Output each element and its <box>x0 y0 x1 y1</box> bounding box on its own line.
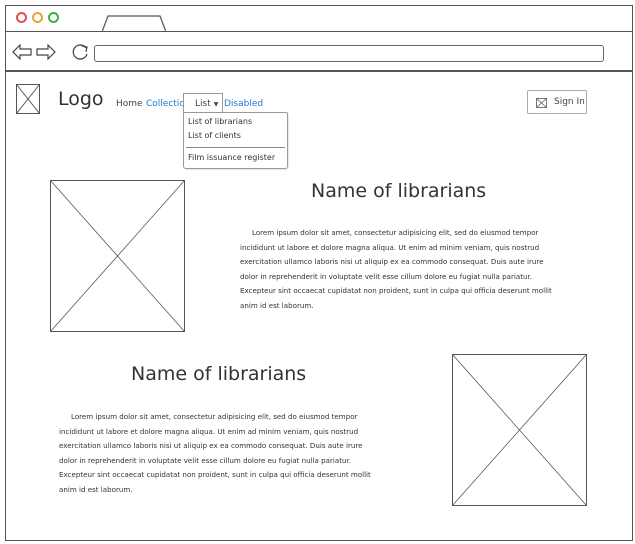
reload-icon[interactable] <box>72 43 90 61</box>
section-2-heading: Name of librarians <box>131 363 307 385</box>
signin-button[interactable]: Sign In <box>527 90 587 114</box>
logo-image-placeholder-icon <box>16 84 40 114</box>
browser-window: Logo Home Collection List▼ Disabled List… <box>5 5 633 541</box>
minimize-window-button[interactable] <box>32 12 43 23</box>
forward-arrow-icon[interactable] <box>36 44 56 60</box>
maximize-window-button[interactable] <box>48 12 59 23</box>
nav-list-dropdown-menu: List of librarians List of clients Film … <box>183 112 288 169</box>
section-1-paragraph: Lorem ipsum dolor sit amet, consectetur … <box>240 228 552 310</box>
signin-icon <box>536 98 547 108</box>
nav-home-link[interactable]: Home <box>116 99 143 109</box>
browser-tab[interactable] <box>102 15 166 33</box>
nav-disabled-link: Disabled <box>224 99 264 109</box>
nav-collection-link[interactable]: Collection <box>146 99 184 109</box>
section-2-image-placeholder-icon <box>452 354 587 506</box>
nav-list-dropdown-button[interactable]: List ▼ <box>183 93 223 112</box>
caret-down-icon: ▼ <box>213 101 219 108</box>
section-1-heading: Name of librarians <box>311 180 487 202</box>
dropdown-item-clients[interactable]: List of clients <box>188 131 241 140</box>
nav-list-label: List <box>195 99 211 109</box>
browser-nav-bar <box>6 32 632 72</box>
close-window-button[interactable] <box>16 12 27 23</box>
section-2-paragraph: Lorem ipsum dolor sit amet, consectetur … <box>59 412 371 494</box>
page-content: Logo Home Collection List▼ Disabled List… <box>6 72 632 540</box>
dropdown-item-librarians[interactable]: List of librarians <box>188 117 252 126</box>
dropdown-item-film-register[interactable]: Film issuance register <box>188 153 275 162</box>
dropdown-separator <box>186 147 285 148</box>
logo-text[interactable]: Logo <box>58 88 104 110</box>
back-arrow-icon[interactable] <box>12 44 32 60</box>
title-bar <box>6 6 632 33</box>
address-bar[interactable] <box>94 45 604 62</box>
section-1-image-placeholder-icon <box>50 180 185 332</box>
signin-label: Sign In <box>554 97 585 107</box>
